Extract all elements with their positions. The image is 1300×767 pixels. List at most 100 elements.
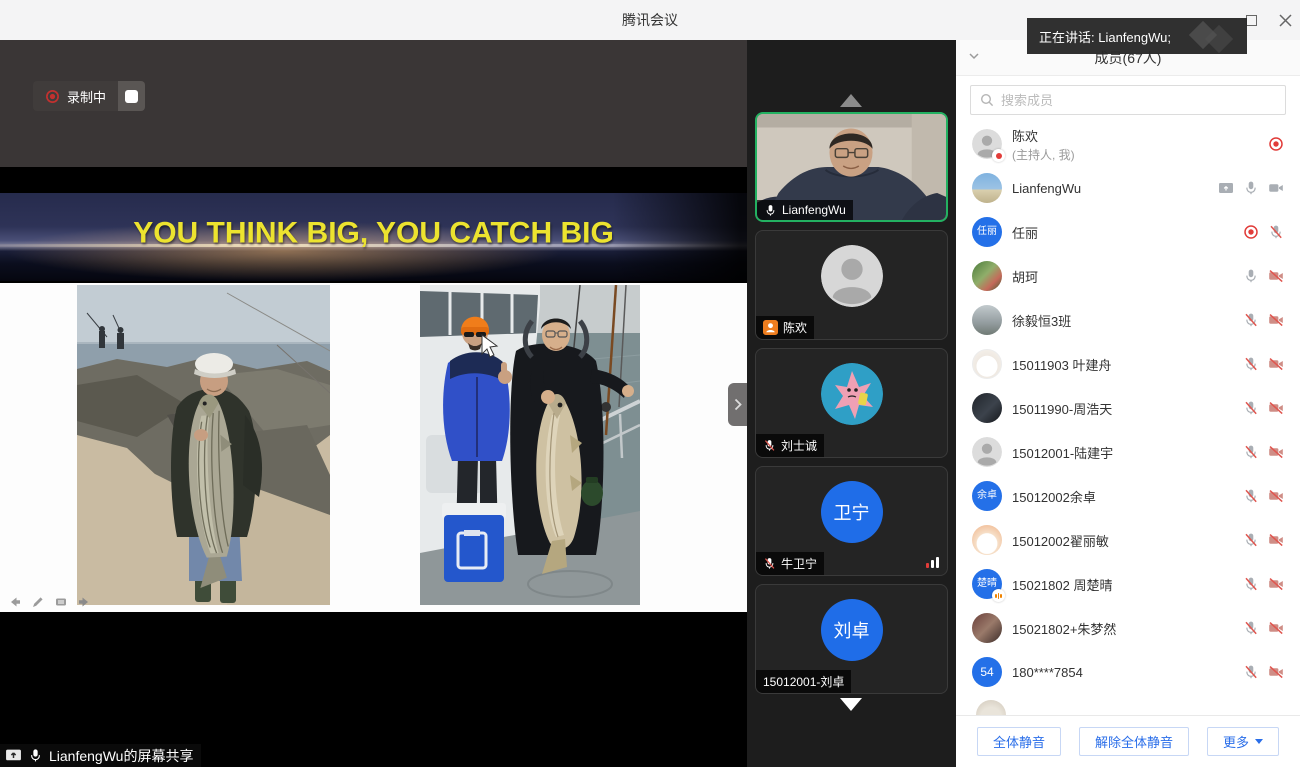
more-button[interactable]: 更多 [1207, 727, 1279, 756]
video-tile-active-speaker[interactable]: LianfengWu [755, 112, 948, 222]
prev-slide-icon[interactable] [8, 595, 22, 609]
initials-avatar: 余卓 [972, 481, 1002, 511]
screen-share-area: 录制中 YOU THINK BIG, YOU CATCH BIG [0, 40, 747, 767]
tile-name-label: LianfengWu [757, 200, 853, 220]
recording-indicator: 录制中 [33, 81, 145, 111]
video-tile[interactable]: 刘士诚 [755, 348, 948, 458]
mic-muted-icon[interactable] [1243, 356, 1259, 372]
camera-off-icon[interactable] [1268, 532, 1284, 548]
member-row[interactable]: 15012002翟丽敏 [956, 518, 1300, 562]
member-row[interactable]: 15011990-周浩天 [956, 386, 1300, 430]
camera-off-icon[interactable] [1268, 444, 1284, 460]
mic-muted-icon[interactable] [1243, 400, 1259, 416]
recording-status-icon [1268, 136, 1284, 152]
close-icon [1279, 14, 1292, 27]
camera-off-icon[interactable] [1268, 620, 1284, 636]
mic-on-icon [764, 204, 777, 217]
member-row[interactable]: 54 180****7854 [956, 650, 1300, 694]
member-name: 15012001-陆建宇 [1012, 443, 1243, 462]
tile-name-label: 15012001-刘卓 [756, 670, 851, 693]
photo-avatar [972, 393, 1002, 423]
camera-icon[interactable] [1268, 180, 1284, 196]
member-name: 180****7854 [1012, 665, 1243, 680]
screen-share-status-icon [1218, 180, 1234, 196]
recording-label: 录制中 [67, 87, 106, 106]
scroll-down-button[interactable] [840, 698, 862, 711]
slideshow-nav [8, 595, 91, 609]
video-tile[interactable]: 刘卓 15012001-刘卓 [755, 584, 948, 694]
search-input[interactable] [1001, 93, 1276, 108]
mic-muted-icon[interactable] [1243, 488, 1259, 504]
initials-avatar: 刘卓 [821, 599, 883, 661]
participant-name: 15012001-刘卓 [763, 673, 844, 690]
silhouette-avatar [972, 437, 1002, 467]
next-slide-icon[interactable] [77, 595, 91, 609]
scroll-up-button[interactable] [840, 94, 862, 107]
stop-recording-button[interactable] [118, 81, 145, 111]
member-row[interactable]: LianfengWu [956, 166, 1300, 210]
members-footer: 全体静音 解除全体静音 更多 [956, 715, 1300, 767]
video-tile[interactable]: 陈欢 [755, 230, 948, 340]
host-badge-icon [763, 320, 778, 335]
member-row[interactable]: 楚晴15021802 周楚晴 [956, 562, 1300, 606]
mic-muted-icon[interactable] [1243, 532, 1259, 548]
mute-all-button[interactable]: 全体静音 [977, 727, 1061, 756]
camera-off-icon[interactable] [1268, 400, 1284, 416]
member-row[interactable]: 15011903 叶建舟 [956, 342, 1300, 386]
camera-off-icon[interactable] [1268, 664, 1284, 680]
member-name: 15011903 叶建舟 [1012, 355, 1243, 374]
camera-off-icon[interactable] [1268, 312, 1284, 328]
camera-off-icon[interactable] [1268, 268, 1284, 284]
silhouette-avatar [821, 245, 883, 307]
mic-muted-icon [763, 439, 776, 452]
mic-icon [28, 748, 43, 763]
mic-muted-icon[interactable] [1268, 224, 1284, 240]
mic-icon[interactable] [1243, 180, 1259, 196]
mic-muted-icon[interactable] [1243, 576, 1259, 592]
speaking-badge [992, 589, 1005, 602]
member-row[interactable]: 徐毅恒3班 [956, 298, 1300, 342]
left-photo-striped-bass [77, 285, 330, 605]
member-row[interactable]: 任丽任丽 [956, 210, 1300, 254]
silhouette-avatar [972, 129, 1002, 159]
slideshow-menu-icon[interactable] [54, 595, 68, 609]
right-photo-boat-cod [420, 285, 640, 605]
tile-name-label: 刘士诚 [756, 434, 824, 457]
speaking-text: 正在讲话: LianfengWu; [1039, 27, 1171, 46]
photo-avatar [972, 173, 1002, 203]
participant-name: 刘士诚 [781, 437, 817, 454]
slide-banner: YOU THINK BIG, YOU CATCH BIG [0, 193, 747, 281]
unmute-all-button[interactable]: 解除全体静音 [1079, 727, 1189, 756]
initials-avatar: 54 [972, 657, 1002, 687]
camera-off-icon[interactable] [1268, 576, 1284, 592]
camera-off-icon[interactable] [1268, 356, 1284, 372]
screen-share-icon [5, 747, 22, 764]
collapse-panel-icon[interactable] [968, 50, 980, 62]
member-row[interactable]: 15021802+朱梦然 [956, 606, 1300, 650]
mic-icon[interactable] [1243, 268, 1259, 284]
caret-down-icon [1255, 739, 1263, 744]
record-badge [992, 149, 1005, 162]
slide-title: YOU THINK BIG, YOU CATCH BIG [0, 217, 747, 251]
expand-panel-button[interactable] [728, 383, 747, 426]
mic-muted-icon[interactable] [1243, 312, 1259, 328]
member-row[interactable]: 胡珂 [956, 254, 1300, 298]
member-row[interactable]: 余卓15012002余卓 [956, 474, 1300, 518]
mic-muted-icon[interactable] [1243, 664, 1259, 680]
photo-avatar [972, 613, 1002, 643]
member-row[interactable]: 15012001-陆建宇 [956, 430, 1300, 474]
member-name: 15021802 周楚晴 [1012, 575, 1243, 594]
member-name: 徐毅恒3班 [1012, 311, 1243, 330]
video-tile[interactable]: 卫宁 牛卫宁 [755, 466, 948, 576]
mic-muted-icon[interactable] [1243, 620, 1259, 636]
mic-muted-icon[interactable] [1243, 444, 1259, 460]
record-dot-icon [45, 89, 60, 104]
member-row[interactable]: 陈欢(主持人, 我) [956, 122, 1300, 166]
mic-muted-icon [763, 557, 776, 570]
member-name: 15012002翟丽敏 [1012, 531, 1243, 550]
pen-tool-icon[interactable] [31, 595, 45, 609]
share-source-text: LianfengWu的屏幕共享 [49, 746, 193, 766]
close-button[interactable] [1276, 11, 1294, 29]
search-box[interactable] [970, 85, 1286, 115]
camera-off-icon[interactable] [1268, 488, 1284, 504]
